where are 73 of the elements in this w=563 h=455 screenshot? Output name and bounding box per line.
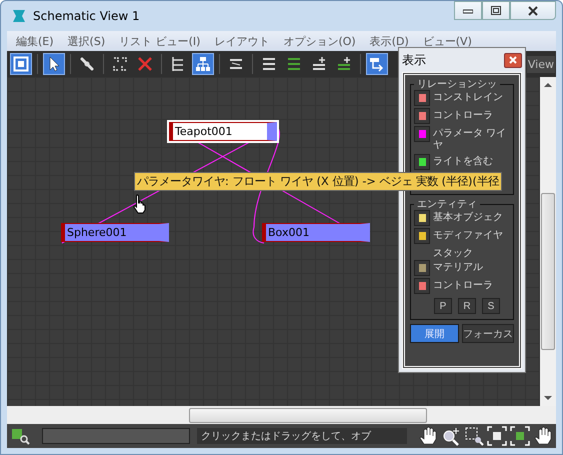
toggle-label: 基本オブジェク xyxy=(433,210,503,224)
toggle-button[interactable] xyxy=(414,260,430,276)
toggle-label: コントローラ xyxy=(433,279,493,292)
group-title: エンティティ xyxy=(416,199,478,210)
view-field[interactable]: View xyxy=(526,56,555,72)
zoom-extents-icon[interactable] xyxy=(510,426,530,446)
toggle-button[interactable] xyxy=(414,210,430,226)
minimize-icon xyxy=(463,8,473,14)
toggle-label: スタック xyxy=(433,247,473,260)
panel-title: 表示 xyxy=(402,52,426,68)
toggle-label: コンストレイン xyxy=(433,91,503,104)
input-field[interactable] xyxy=(42,428,190,444)
cube-search-icon[interactable] xyxy=(11,427,31,445)
add-icon xyxy=(311,56,327,72)
zoom-icon[interactable] xyxy=(441,426,461,446)
bar-icon xyxy=(228,56,244,72)
toggle-label: ライトを含む xyxy=(433,154,493,168)
vertical-scrollbar[interactable] xyxy=(540,77,556,406)
toggle-label: コントローラ xyxy=(433,109,493,122)
menu-item[interactable]: レイアウト xyxy=(207,34,276,48)
frame-icon xyxy=(13,56,29,72)
hand-icon[interactable] xyxy=(533,426,553,446)
toggle-button[interactable]: P xyxy=(434,298,452,314)
toggle-button[interactable]: R xyxy=(458,298,476,314)
align-icon xyxy=(261,56,277,72)
hand-cursor-icon xyxy=(132,194,148,214)
region-zoom-icon[interactable] xyxy=(464,426,484,446)
menu-item[interactable]: 表示(D) xyxy=(362,34,416,48)
close-button[interactable] xyxy=(504,52,522,68)
maximize-button[interactable] xyxy=(482,1,510,20)
group-title: リレーションシッ xyxy=(416,79,498,90)
arrow-box-icon xyxy=(369,56,385,72)
toggle-button[interactable] xyxy=(414,228,430,244)
panel-button[interactable]: フォーカス xyxy=(462,324,514,343)
align-icon xyxy=(286,56,302,72)
close-button[interactable] xyxy=(510,1,556,20)
hand-icon[interactable] xyxy=(418,426,438,446)
menu-item[interactable]: 選択(S) xyxy=(60,34,112,48)
hierarchy-icon xyxy=(195,56,211,72)
app-icon xyxy=(11,8,27,24)
status-prompt: クリックまたはドラッグをして、オブ xyxy=(197,428,407,444)
menu-item[interactable]: オプション(O) xyxy=(276,34,363,48)
tooltip: パラメータワイヤ: フロート ワイヤ (X 位置) -> ベジェ 実数 (半径)(半径 xyxy=(134,172,502,191)
schematic-node[interactable]: Teapot001 xyxy=(169,122,277,141)
tree-icon xyxy=(170,56,186,72)
window-title: Schematic View 1 xyxy=(33,9,140,23)
close-icon xyxy=(509,56,517,64)
menu-item[interactable]: ビュー(V) xyxy=(416,34,479,48)
zoom-extents-icon[interactable] xyxy=(487,426,507,446)
toggle-label: モディファイヤ xyxy=(433,229,503,242)
schematic-node[interactable]: Box001 xyxy=(262,223,370,242)
menu-item[interactable]: リスト ビュー(I) xyxy=(112,34,208,48)
horizontal-scrollbar[interactable] xyxy=(7,406,556,424)
toggle-button[interactable] xyxy=(414,126,430,142)
close-icon xyxy=(528,6,538,16)
panel-button[interactable]: 展開 xyxy=(410,324,459,343)
minimize-button[interactable] xyxy=(454,1,482,20)
toggle-button[interactable]: S xyxy=(482,298,500,314)
add-icon xyxy=(336,56,352,72)
toolbar-button[interactable] xyxy=(192,53,214,75)
toggle-button[interactable] xyxy=(414,108,430,124)
toggle-button[interactable] xyxy=(414,154,430,170)
toggle-button[interactable] xyxy=(414,278,430,294)
toolbar-button[interactable] xyxy=(366,53,388,75)
toggle-label: マテリアル xyxy=(433,261,483,274)
restore-icon xyxy=(491,6,501,15)
toolbar-button[interactable] xyxy=(43,53,65,75)
toggle-label: パラメータ ワイヤ xyxy=(433,127,508,152)
menu-item[interactable]: 編集(E) xyxy=(9,34,61,48)
toggle-button[interactable] xyxy=(414,90,430,106)
toolbar-button[interactable] xyxy=(10,53,32,75)
schematic-node[interactable]: Sphere001 xyxy=(61,223,169,242)
delete-icon xyxy=(137,56,153,72)
